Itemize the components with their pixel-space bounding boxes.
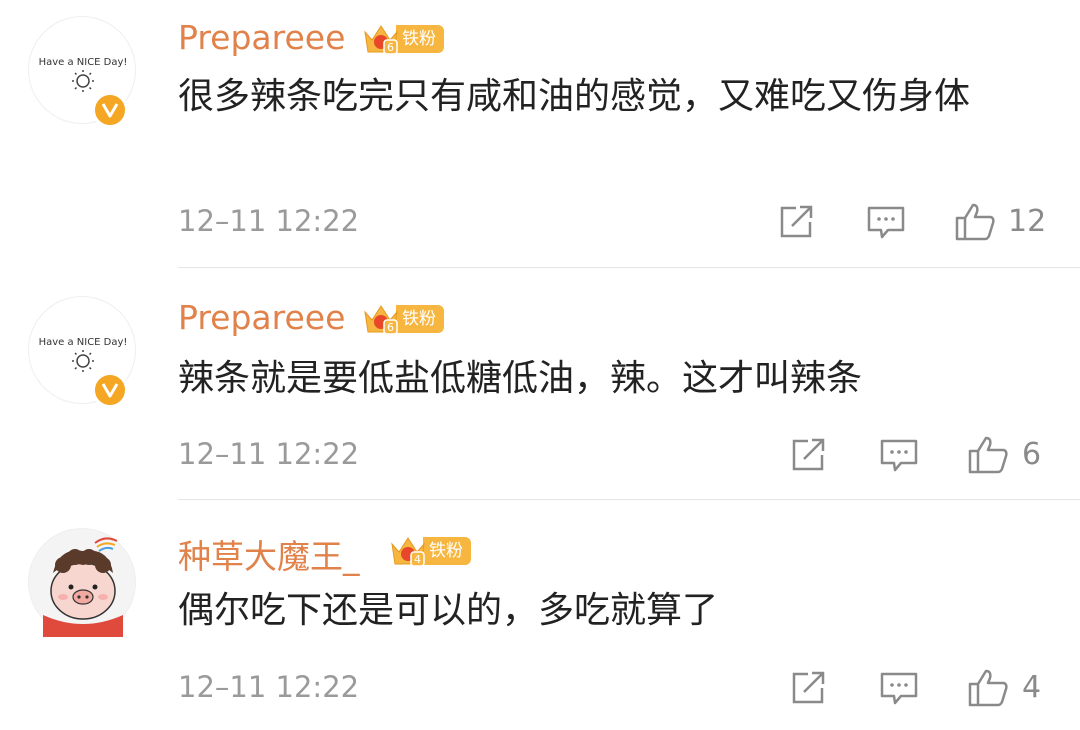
comment-icon[interactable]: [879, 438, 919, 474]
like-count: 12: [1008, 204, 1047, 239]
fan-level: 4: [414, 553, 421, 566]
timestamp: 12–11 12:22: [178, 437, 360, 471]
like-count: 6: [1022, 437, 1042, 472]
share-icon[interactable]: [790, 438, 828, 472]
fan-badge[interactable]: 4 铁粉: [389, 534, 471, 568]
username[interactable]: Prepareee: [178, 298, 345, 337]
divider: [178, 499, 1080, 500]
fan-badge-label: 铁粉: [396, 25, 444, 53]
thumbs-up-icon[interactable]: [967, 668, 1009, 708]
fan-badge-label: 铁粉: [423, 537, 471, 565]
avatar-caption: Have a NICE Day!: [39, 337, 128, 348]
timestamp: 12–11 12:22: [178, 204, 360, 238]
comment-icon[interactable]: [866, 205, 906, 241]
verified-badge-icon: [92, 92, 128, 128]
fan-level: 6: [387, 41, 394, 54]
avatar-caption: Have a NICE Day!: [39, 57, 128, 68]
thumbs-up-icon[interactable]: [954, 202, 996, 242]
username[interactable]: Prepareee: [178, 18, 345, 57]
comment-feed: Have a NICE Day! Prepareee 6 铁粉 很多辣条吃完只有…: [0, 0, 1080, 730]
fan-level: 6: [387, 321, 394, 334]
share-icon[interactable]: [778, 205, 816, 239]
like-count: 4: [1022, 670, 1042, 705]
fan-badge[interactable]: 6 铁粉: [362, 22, 444, 56]
share-icon[interactable]: [790, 671, 828, 705]
thumbs-up-icon[interactable]: [967, 435, 1009, 475]
pig-cartoon-avatar: [43, 537, 123, 637]
verified-badge-icon: [92, 372, 128, 408]
comment-text: 辣条就是要低盐低糖低油，辣。这才叫辣条: [178, 358, 863, 399]
comment-icon[interactable]: [879, 671, 919, 707]
fan-badge[interactable]: 6 铁粉: [362, 302, 444, 336]
comment-text: 很多辣条吃完只有咸和油的感觉，又难吃又伤身体: [178, 76, 971, 117]
username[interactable]: 种草大魔王_: [178, 530, 360, 578]
crown-icon: 4: [389, 534, 427, 568]
timestamp: 12–11 12:22: [178, 670, 360, 704]
comment-text: 偶尔吃下还是可以的，多吃就算了: [178, 590, 719, 631]
divider: [178, 267, 1080, 268]
avatar[interactable]: [28, 528, 136, 637]
fan-badge-label: 铁粉: [396, 305, 444, 333]
crown-icon: 6: [362, 302, 400, 336]
crown-icon: 6: [362, 22, 400, 56]
